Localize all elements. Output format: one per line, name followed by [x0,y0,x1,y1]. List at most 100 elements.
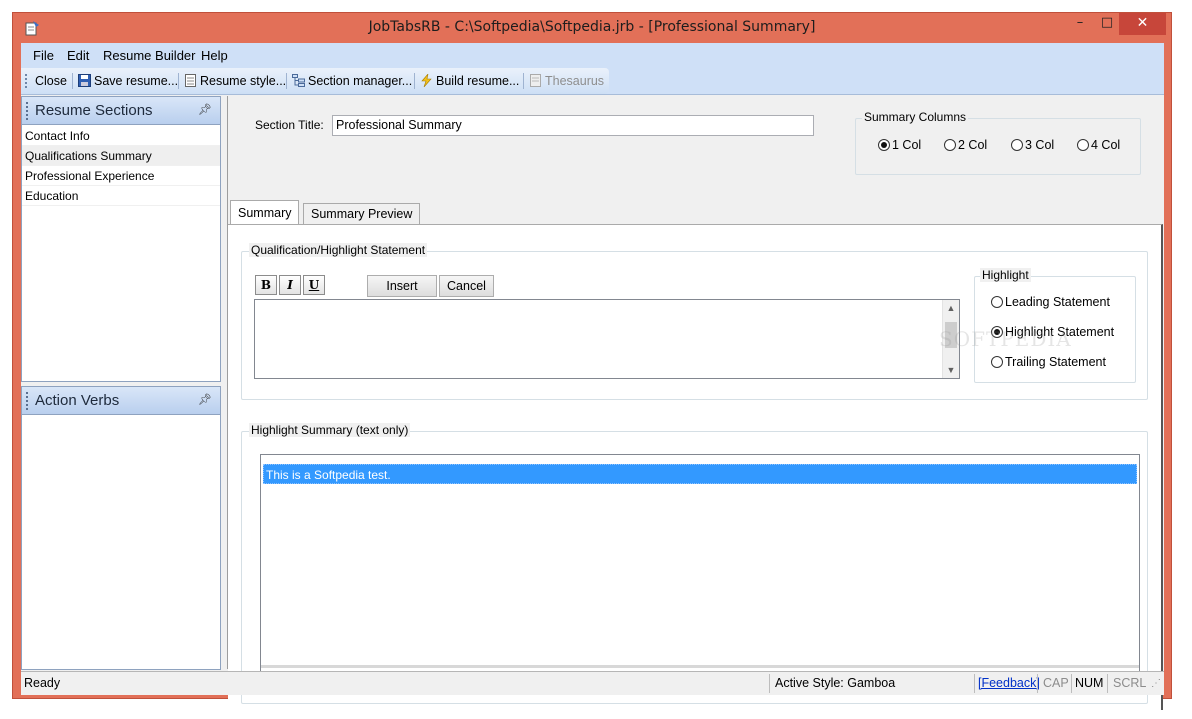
section-item-professional-experience[interactable]: Professional Experience [22,166,220,186]
summary-columns-group: Summary Columns 1 Col 2 Col 3 Col 4 Col [855,110,1141,175]
toolbar-separator [523,73,524,89]
tab-summary[interactable]: Summary [230,200,300,224]
summary-tab-page: Qualification/Highlight Statement B I U … [228,224,1163,710]
toolbar-separator [414,73,415,89]
section-item-education[interactable]: Education [22,186,220,206]
close-button[interactable]: Close [35,74,67,88]
radio-circle [944,139,956,151]
save-resume-label: Save resume... [94,74,179,88]
status-cap: CAP [1043,676,1069,690]
client-area: File Edit Resume Builder Help Close Save… [21,43,1164,710]
col-1-radio[interactable]: 1 Col [878,138,921,152]
menu-bar: File Edit Resume Builder Help [21,43,1164,67]
status-num: NUM [1075,676,1104,690]
watermark: SOFTPEDIA [939,327,1072,351]
radio-circle [991,356,1003,368]
col-4-radio[interactable]: 4 Col [1077,138,1120,152]
tree-icon [292,74,305,87]
italic-button[interactable]: I [279,275,301,295]
book-icon [530,74,541,87]
radio-circle [991,296,1003,308]
toolbar-separator [72,73,73,89]
leading-statement-radio[interactable]: Leading Statement [991,295,1110,309]
col-1-label: 1 Col [892,138,922,152]
section-manager-button[interactable]: Section manager... [292,74,412,88]
format-buttons: B I U [255,275,335,297]
pin-icon[interactable]: 📌︎ [198,393,212,406]
feedback-link[interactable]: [Feedback] [978,676,1040,690]
resume-style-button[interactable]: Resume style... [184,74,286,88]
section-title-label: Section Title: [255,118,324,132]
underline-button[interactable]: U [303,275,325,295]
highlight-summary-group: Highlight Summary (text only) This is a … [241,423,1148,704]
toolbar-separator [286,73,287,89]
title-bar[interactable]: JobTabsRB - C:\Softpedia\Softpedia.jrb -… [13,13,1171,43]
col-2-radio[interactable]: 2 Col [944,138,987,152]
section-item-qualifications-summary[interactable]: Qualifications Summary [22,146,220,166]
resume-style-label: Resume style... [200,74,287,88]
radio-circle [1011,139,1023,151]
col-3-radio[interactable]: 3 Col [1011,138,1054,152]
action-verbs-title: Action Verbs [35,392,120,409]
save-resume-button[interactable]: Save resume... [78,74,178,88]
col-4-label: 4 Col [1091,138,1121,152]
thesaurus-button[interactable]: Thesaurus [529,74,604,88]
summary-columns-legend: Summary Columns [862,110,969,124]
thesaurus-label: Thesaurus [545,74,605,88]
col-3-label: 3 Col [1025,138,1055,152]
resize-grip-icon[interactable]: ⋰ [1151,678,1161,689]
scroll-down-icon[interactable]: ▼ [943,365,959,375]
status-active-style: Active Style: Gamboa [775,676,896,690]
status-separator [769,674,770,693]
maximize-button[interactable]: □ [1092,13,1122,35]
menu-help[interactable]: Help [201,48,228,63]
pane-grip[interactable] [26,392,28,410]
toolbar-grip[interactable] [25,74,27,88]
build-resume-label: Build resume... [436,74,520,88]
action-verbs-pane: Action Verbs 📌︎ [21,386,221,670]
toolbar: Close Save resume... Resume style... Sec… [21,67,1164,95]
highlight-summary-legend: Highlight Summary (text only) [249,423,411,437]
section-title-input[interactable]: Professional Summary [332,115,814,136]
resume-sections-title: Resume Sections [35,102,153,119]
leading-statement-label: Leading Statement [1005,295,1110,309]
highlight-legend: Highlight [980,268,1031,282]
build-resume-button[interactable]: Build resume... [420,74,519,88]
radio-circle [1077,139,1089,151]
document-style-icon [185,74,196,87]
statement-legend: Qualification/Highlight Statement [249,243,428,257]
tab-strip: Summary Summary Preview [230,200,830,224]
statement-editor[interactable]: ▲ ▼ [254,299,960,379]
tab-summary-preview[interactable]: Summary Preview [303,203,421,224]
menu-edit[interactable]: Edit [67,48,89,63]
highlight-summary-list[interactable]: This is a Softpedia test. Visit us at ww… [260,454,1140,690]
resume-sections-list: Contact Info Qualifications Summary Prof… [22,126,220,206]
trailing-statement-label: Trailing Statement [1005,355,1106,369]
pin-icon[interactable]: 📌︎ [198,103,212,116]
lightning-icon [421,74,432,87]
scroll-up-icon[interactable]: ▲ [943,303,959,313]
status-bar: Ready Active Style: Gamboa [Feedback] CA… [21,671,1164,695]
minimize-button[interactable]: – [1065,13,1095,35]
resume-sections-header: Resume Sections 📌︎ [22,97,220,125]
toolbar-separator [178,73,179,89]
section-manager-label: Section manager... [308,74,413,88]
status-separator [1107,674,1108,693]
radio-circle [878,139,890,151]
status-separator [1071,674,1072,693]
trailing-statement-radio[interactable]: Trailing Statement [991,355,1106,369]
cancel-button[interactable]: Cancel [439,275,494,297]
close-window-button[interactable]: ✕ [1119,13,1166,35]
floppy-icon [78,74,91,87]
menu-file[interactable]: File [33,48,54,63]
action-verbs-header: Action Verbs 📌︎ [22,387,220,415]
status-separator [1037,674,1038,693]
bold-button[interactable]: B [255,275,277,295]
menu-resume-builder[interactable]: Resume Builder [103,48,196,63]
insert-button[interactable]: Insert [367,275,437,297]
list-item[interactable]: This is a Softpedia test. [263,464,1137,484]
pane-grip[interactable] [26,102,28,120]
toolbar-strip: Close Save resume... Resume style... Sec… [21,68,609,94]
section-item-contact-info[interactable]: Contact Info [22,126,220,146]
statement-group: Qualification/Highlight Statement B I U … [241,243,1148,400]
